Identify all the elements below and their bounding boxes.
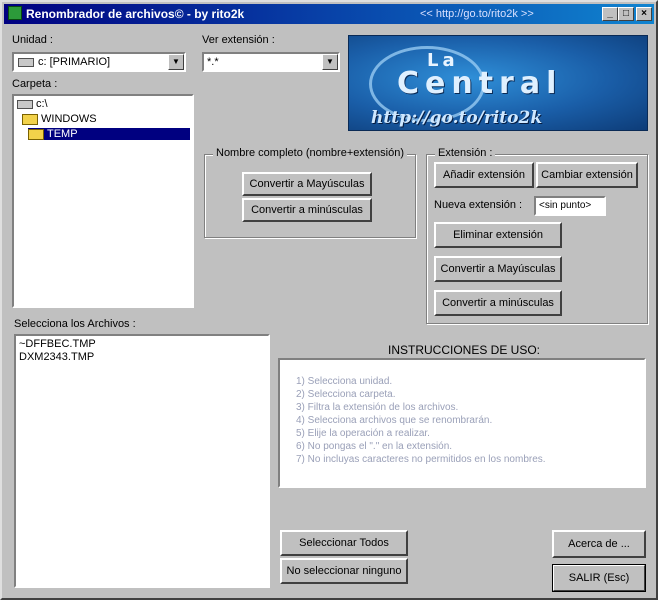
ver-extension-label: Ver extensión :: [202, 34, 275, 46]
files-list[interactable]: ~DFFBEC.TMP DXM2343.TMP: [14, 334, 270, 588]
files-label: Selecciona los Archivos :: [14, 318, 136, 330]
unidad-label: Unidad :: [12, 34, 53, 46]
tree-item-temp[interactable]: TEMP: [28, 128, 190, 140]
nombre-completo-legend: Nombre completo (nombre+extensión): [213, 147, 408, 159]
instructions-title: INSTRUCCIONES DE USO:: [388, 343, 541, 357]
instruction-line: 3) Filtra la extensión de los archivos.: [296, 402, 459, 413]
select-none-button[interactable]: No seleccionar ninguno: [280, 558, 408, 584]
extension-uppercase-button[interactable]: Convertir a Mayúsculas: [434, 256, 562, 282]
tree-item-label: WINDOWS: [41, 113, 97, 125]
instruction-line: 1) Selecciona unidad.: [296, 376, 393, 387]
tree-item-windows[interactable]: WINDOWS: [22, 113, 97, 125]
nombre-uppercase-button[interactable]: Convertir a Mayúsculas: [242, 172, 372, 196]
instruction-line: 7) No incluyas caracteres no permitidos …: [296, 454, 546, 465]
ver-extension-select[interactable]: *.* ▼: [202, 52, 340, 72]
window-title: Renombrador de archivos© - by rito2k: [26, 7, 245, 21]
remove-extension-button[interactable]: Eliminar extensión: [434, 222, 562, 248]
minimize-button[interactable]: _: [602, 7, 618, 21]
carpeta-tree[interactable]: c:\ WINDOWS TEMP: [12, 94, 194, 308]
list-item[interactable]: DXM2343.TMP: [19, 351, 94, 363]
new-extension-label: Nueva extensión :: [434, 199, 523, 211]
ver-extension-value: *.*: [207, 56, 219, 68]
maximize-button[interactable]: □: [618, 7, 634, 21]
chevron-down-icon[interactable]: ▼: [322, 54, 338, 70]
new-extension-input[interactable]: <sin punto>: [534, 196, 606, 216]
instruction-line: 5) Elije la operación a realizar.: [296, 428, 430, 439]
la-central-logo: La Central http://go.to/rito2k: [348, 35, 648, 131]
change-extension-button[interactable]: Cambiar extensión: [536, 162, 638, 188]
carpeta-label: Carpeta :: [12, 78, 58, 90]
nombre-lowercase-button[interactable]: Convertir a minúsculas: [242, 198, 372, 222]
unidad-value: c: [PRIMARIO]: [38, 56, 111, 68]
title-url: << http://go.to/rito2k >>: [420, 8, 534, 20]
close-button[interactable]: ×: [636, 7, 652, 21]
instruction-line: 2) Selecciona carpeta.: [296, 389, 396, 400]
add-extension-button[interactable]: Añadir extensión: [434, 162, 534, 188]
title-bar[interactable]: Renombrador de archivos© - by rito2k << …: [4, 4, 654, 24]
extension-legend: Extensión :: [435, 147, 496, 159]
nombre-completo-group: Nombre completo (nombre+extensión): [204, 147, 416, 238]
chevron-down-icon[interactable]: ▼: [168, 54, 184, 70]
exit-button[interactable]: SALIR (Esc): [552, 564, 646, 592]
about-button[interactable]: Acerca de ...: [552, 530, 646, 558]
logo-url-text: http://go.to/rito2k: [371, 108, 543, 128]
instruction-line: 4) Selecciona archivos que se renombrará…: [296, 415, 493, 426]
drive-icon: [18, 58, 34, 67]
tree-item-label: TEMP: [47, 128, 78, 140]
unidad-select[interactable]: c: [PRIMARIO] ▼: [12, 52, 186, 72]
open-folder-icon: [28, 128, 44, 140]
instruction-line: 6) No pongas el "." en la extensión.: [296, 441, 453, 452]
main-window: Renombrador de archivos© - by rito2k << …: [0, 0, 658, 600]
list-item[interactable]: ~DFFBEC.TMP: [19, 338, 96, 350]
app-icon[interactable]: [8, 6, 22, 20]
tree-item-label: c:\: [36, 98, 48, 110]
select-all-button[interactable]: Seleccionar Todos: [280, 530, 408, 556]
drive-icon: [17, 99, 33, 109]
open-folder-icon: [22, 113, 38, 125]
tree-item-c[interactable]: c:\: [17, 98, 48, 110]
extension-lowercase-button[interactable]: Convertir a minúsculas: [434, 290, 562, 316]
instructions-box: 1) Selecciona unidad. 2) Selecciona carp…: [278, 358, 646, 488]
logo-central-text: Central: [397, 66, 563, 101]
